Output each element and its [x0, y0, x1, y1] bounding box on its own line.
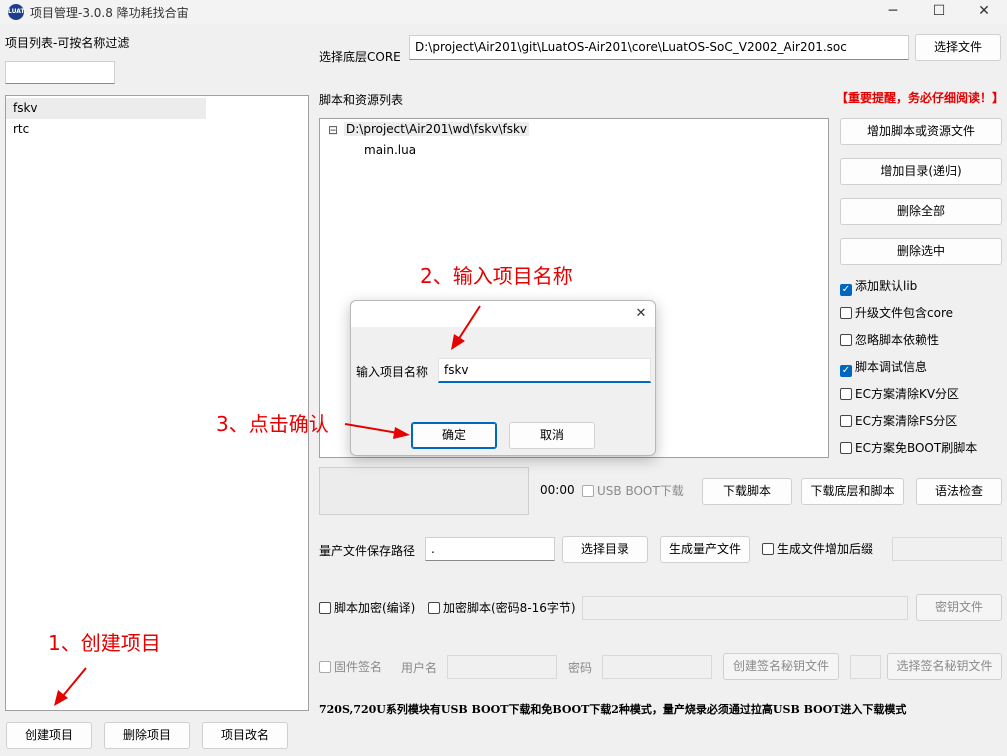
arrow-to-input-icon — [457, 305, 481, 341]
annotation-arrows — [54, 305, 481, 706]
arrow-head-input-icon — [451, 334, 465, 350]
arrow-head-ok-icon — [393, 427, 410, 439]
arrow-to-create-icon — [61, 667, 87, 698]
arrow-to-ok-icon — [344, 423, 399, 434]
